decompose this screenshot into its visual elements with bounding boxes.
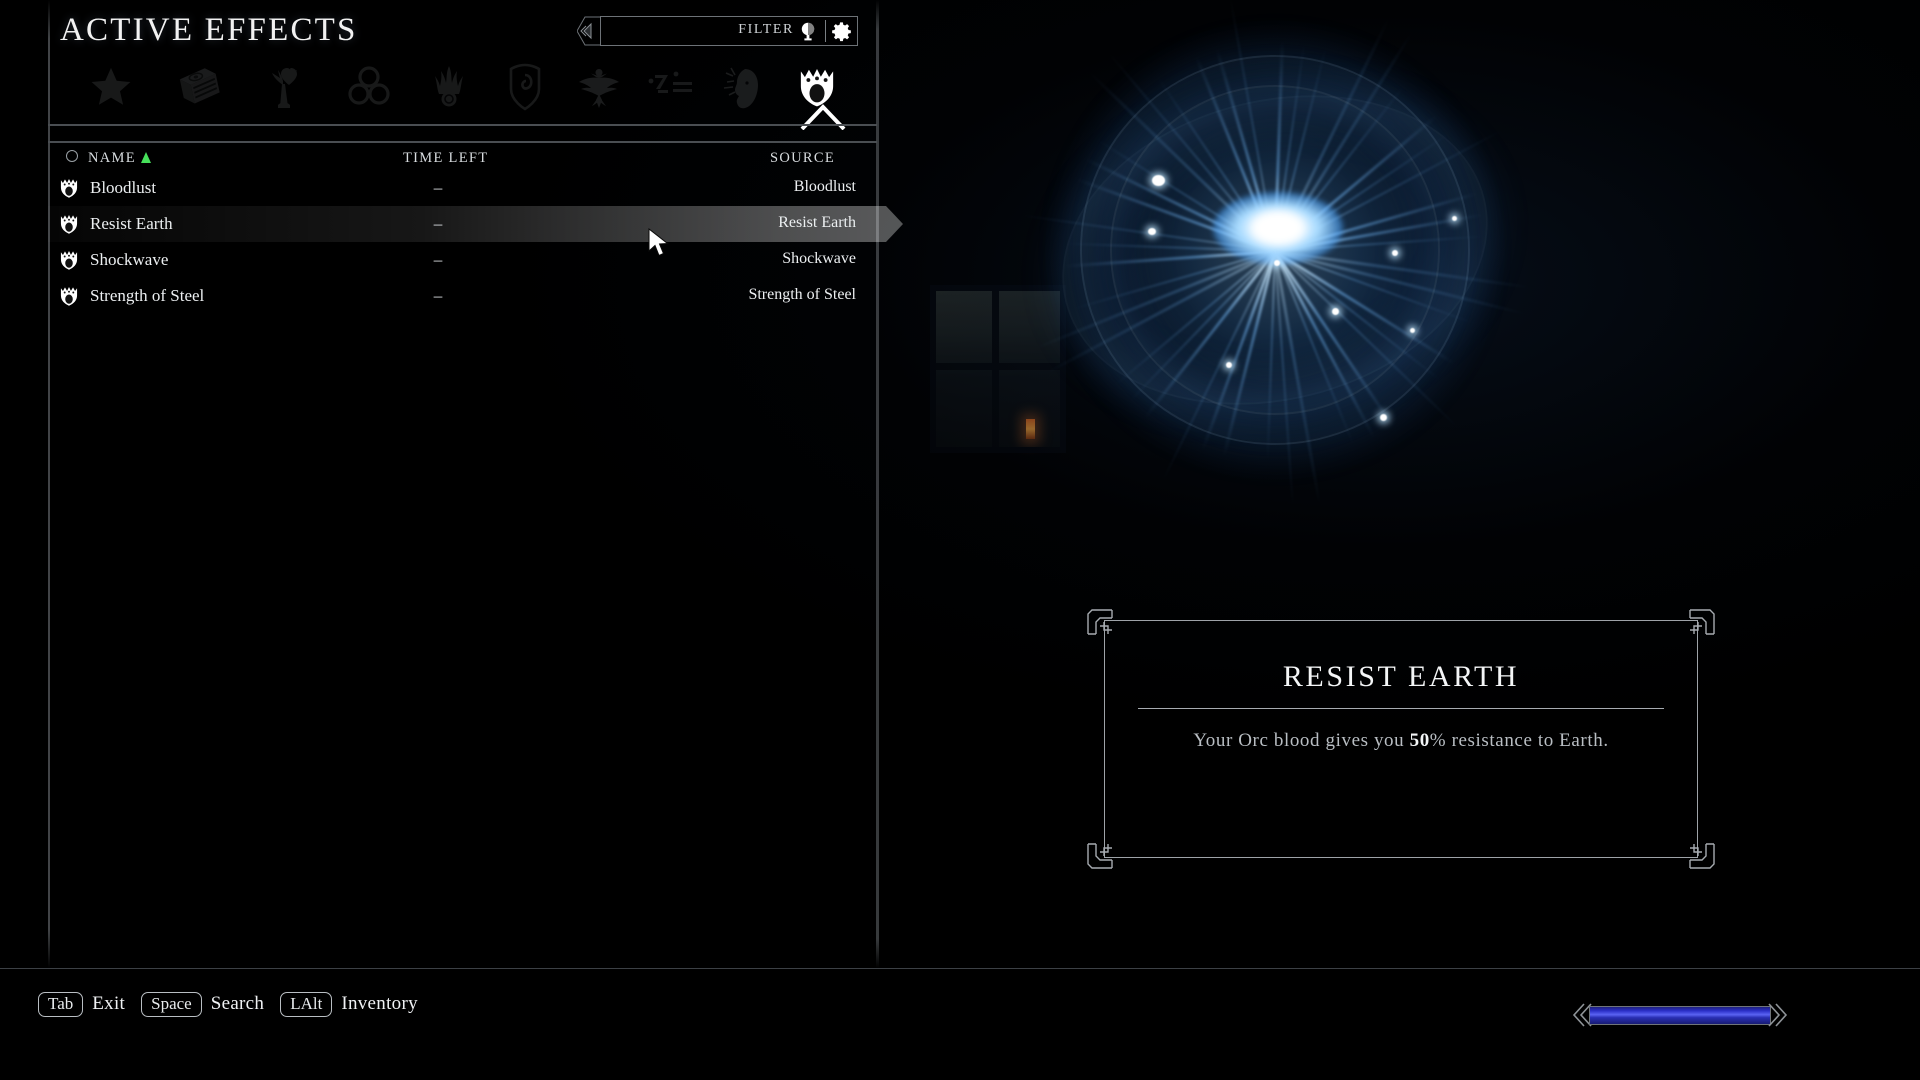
crowned-shield-icon — [795, 65, 839, 109]
filter-tail-decoration — [577, 16, 601, 46]
header-divider-top — [48, 124, 877, 126]
filter-separator — [825, 20, 826, 42]
effect-source: Bloodlust — [793, 178, 856, 195]
tab-shouts[interactable] — [562, 56, 636, 118]
header-divider-bottom — [48, 141, 877, 143]
dragon-runes-icon — [646, 68, 696, 106]
tab-character[interactable] — [702, 56, 776, 118]
keyboard-hints: Tab Exit Space Search LAlt Inventory — [38, 992, 418, 1017]
star-icon — [89, 65, 133, 109]
filter-label: FILTER — [738, 22, 794, 37]
row-selection-arrow — [878, 206, 904, 247]
effect-name: Strength of Steel — [90, 286, 205, 305]
bottom-divider — [0, 968, 1920, 969]
hint-key: Space — [141, 992, 202, 1017]
flame-comet-icon — [429, 64, 469, 110]
effect-time-left: – — [433, 214, 443, 233]
effect-name: Shockwave — [90, 250, 169, 269]
card-corner-bottom-right — [1672, 826, 1716, 870]
effect-amount: 50 — [1409, 730, 1430, 751]
tree-heart-icon — [263, 64, 307, 110]
card-corner-top-left — [1086, 608, 1130, 652]
row-marker-header-icon — [66, 150, 78, 162]
active-tab-caret — [800, 104, 846, 131]
effect-row[interactable]: Strength of Steel – Strength of Steel — [48, 278, 878, 314]
card-corner-bottom-left — [1086, 826, 1130, 870]
effect-percent: % — [1429, 730, 1447, 751]
tab-dragon-script[interactable] — [634, 56, 708, 118]
column-header-name[interactable]: NAME — [88, 150, 151, 167]
effect-row[interactable]: Bloodlust – Bloodlust — [48, 170, 878, 206]
magicka-meter — [1572, 1003, 1788, 1028]
effect-detail-card: RESIST EARTH Your Orc blood gives you 50… — [1082, 608, 1720, 870]
effect-name: Bloodlust — [90, 178, 157, 197]
tab-magic[interactable] — [162, 56, 236, 118]
hint-inventory[interactable]: LAlt Inventory — [280, 992, 418, 1017]
effect-name: Resist Earth — [90, 214, 173, 233]
effect-source: Strength of Steel — [748, 286, 856, 303]
panel-left-rail — [48, 0, 50, 968]
description-prefix: Your Orc blood gives you — [1193, 730, 1410, 751]
tab-alchemy[interactable] — [248, 56, 322, 118]
page-title: ACTIVE EFFECTS — [60, 12, 358, 48]
spellbook-icon — [176, 66, 222, 108]
sort-ascending-icon — [140, 152, 151, 163]
shield-eye-icon — [507, 63, 543, 111]
panel-right-rail — [876, 0, 879, 968]
card-corner-top-right — [1672, 608, 1716, 652]
hint-action-label: Exit — [92, 993, 126, 1015]
mouse-cursor — [648, 227, 674, 258]
effect-list: Bloodlust – Bloodlust Resist Earth – Resist E… — [48, 170, 903, 314]
effect-source: Shockwave — [782, 250, 856, 267]
active-effects-panel: ACTIVE EFFECTS FILTER NAME TIME LEFT SOU… — [0, 0, 903, 968]
effect-row[interactable]: Resist Earth – Resist Earth — [48, 206, 903, 242]
tab-favorites[interactable] — [74, 56, 148, 118]
magicka-fill — [1589, 1006, 1771, 1025]
game-ui-root: ACTIVE EFFECTS FILTER NAME TIME LEFT SOU… — [0, 0, 1920, 1080]
effect-description: Your Orc blood gives you 50% resistance … — [1128, 730, 1674, 752]
magicka-right-arrow-icon — [1768, 1003, 1788, 1032]
tab-strip[interactable] — [52, 56, 876, 118]
crowned-shield-icon — [58, 213, 80, 235]
effect-time-left: – — [433, 250, 443, 269]
crowned-shield-icon — [58, 285, 80, 307]
effect-source: Resist Earth — [778, 214, 856, 231]
description-suffix: resistance to Earth. — [1446, 730, 1609, 751]
three-rings-icon — [346, 65, 392, 109]
tab-destruction[interactable] — [412, 56, 486, 118]
hint-key: Tab — [38, 992, 84, 1017]
tab-crafting[interactable] — [332, 56, 406, 118]
hint-action-label: Inventory — [341, 993, 418, 1015]
eagle-icon — [575, 64, 623, 110]
face-profile-icon — [715, 62, 763, 112]
hint-exit[interactable]: Tab Exit — [38, 992, 125, 1017]
effect-row[interactable]: Shockwave – Shockwave — [48, 242, 878, 278]
effect-title: RESIST EARTH — [1282, 660, 1520, 693]
gear-icon[interactable] — [831, 21, 852, 42]
filter-orb-icon[interactable] — [798, 21, 818, 41]
effect-time-left: – — [433, 178, 443, 197]
hint-search[interactable]: Space Search — [141, 992, 264, 1017]
hint-action-label: Search — [210, 993, 265, 1015]
filter-box[interactable]: FILTER — [577, 16, 858, 46]
filter-input-frame[interactable] — [600, 16, 858, 46]
card-title-rule — [1138, 708, 1664, 709]
crowned-shield-icon — [58, 177, 80, 199]
crowned-shield-icon — [58, 249, 80, 271]
effect-time-left: – — [433, 286, 443, 305]
tab-shield[interactable] — [488, 56, 562, 118]
column-header-source[interactable]: SOURCE — [770, 150, 835, 167]
column-header-time-left[interactable]: TIME LEFT — [403, 150, 488, 167]
hint-key: LAlt — [280, 992, 333, 1017]
column-header-name-label: NAME — [88, 150, 136, 166]
